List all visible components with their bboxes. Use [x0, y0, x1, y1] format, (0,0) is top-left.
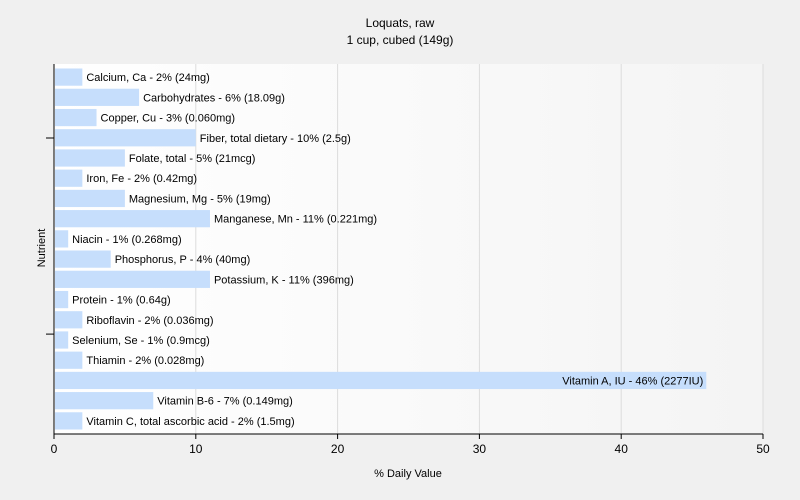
chart-title: Loquats, raw — [366, 16, 435, 30]
chart-subtitle: 1 cup, cubed (149g) — [347, 33, 454, 47]
bar-5 — [55, 169, 83, 187]
bar-6 — [55, 189, 125, 208]
bar-label-17: Vitamin C, total ascorbic acid - 2% (1.5… — [86, 416, 294, 428]
y-axis-title: Nutrient — [36, 229, 48, 268]
bar-14 — [55, 351, 83, 369]
bar-label-3: Fiber, total dietary - 10% (2.5g) — [200, 133, 351, 145]
bar-label-9: Phosphorus, P - 4% (40mg) — [115, 254, 251, 266]
bar-label-5: Iron, Fe - 2% (0.42mg) — [86, 173, 197, 185]
bar-2 — [55, 108, 97, 127]
bar-label-2: Copper, Cu - 3% (0.060mg) — [101, 113, 236, 125]
bar-10 — [55, 270, 210, 288]
bar-label-4: Folate, total - 5% (21mcg) — [129, 153, 256, 165]
bar-label-8: Niacin - 1% (0.268mg) — [72, 234, 181, 246]
nutrient-bar-chart: Loquats, raw 1 cup, cubed (149g) Calcium… — [0, 0, 800, 500]
bar-11 — [55, 290, 69, 309]
x-tick-label-4: 40 — [615, 442, 629, 456]
bar-7 — [55, 210, 210, 228]
x-tick-label-2: 20 — [331, 442, 345, 456]
x-tick-label-3: 30 — [473, 442, 487, 456]
bar-label-11: Protein - 1% (0.64g) — [72, 295, 170, 307]
bar-9 — [55, 250, 111, 268]
bar-label-10: Potassium, K - 11% (396mg) — [214, 274, 354, 286]
x-axis-title: % Daily Value — [374, 468, 442, 480]
bar-label-0: Calcium, Ca - 2% (24mg) — [86, 72, 209, 84]
bar-8 — [55, 230, 69, 248]
bar-label-13: Selenium, Se - 1% (0.9mcg) — [72, 335, 210, 347]
plot-area: Calcium, Ca - 2% (24mg) Carbohydrates - 6… — [46, 64, 770, 456]
bar-label-6: Magnesium, Mg - 5% (19mg) — [129, 193, 271, 205]
bar-label-15: Vitamin A, IU - 46% (2277IU) — [562, 375, 703, 387]
bar-label-16: Vitamin B-6 - 7% (0.149mg) — [157, 396, 293, 408]
bar-13 — [55, 331, 69, 349]
bar-label-7: Manganese, Mn - 11% (0.221mg) — [214, 214, 377, 226]
x-tick-label-1: 10 — [189, 442, 203, 456]
bar-label-14: Thiamin - 2% (0.028mg) — [86, 355, 204, 367]
bar-label-1: Carbohydrates - 6% (18.09g) — [143, 92, 285, 104]
bar-1 — [55, 88, 140, 106]
bar-12 — [55, 311, 83, 329]
bar-17 — [55, 412, 83, 430]
bar-16 — [55, 392, 154, 410]
bar-4 — [55, 149, 125, 167]
bar-3 — [55, 129, 196, 147]
x-tick-label-0: 0 — [51, 442, 58, 456]
x-tick-label-5: 50 — [756, 442, 770, 456]
bar-0 — [55, 68, 83, 86]
bar-label-12: Riboflavin - 2% (0.036mg) — [86, 315, 213, 327]
